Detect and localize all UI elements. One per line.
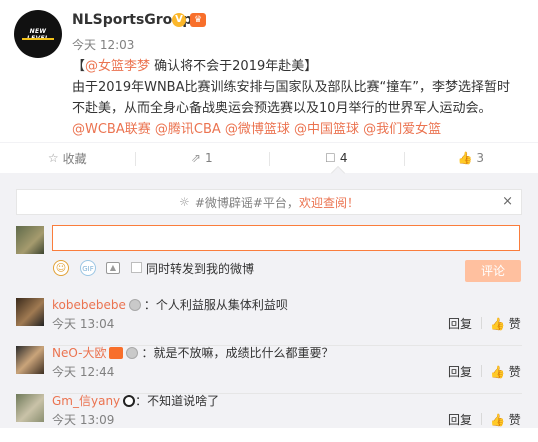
submit-comment-button[interactable]: 评论 xyxy=(465,260,521,282)
comment-item: kobebebebe ：个人利益服从集体利益呗 今天 13:04 回复 👍 赞 xyxy=(0,292,538,346)
favorite-button[interactable]: ☆ 收藏 xyxy=(0,143,135,173)
medal-icon xyxy=(126,347,138,359)
comment-input[interactable] xyxy=(52,225,520,251)
post-text: 【@女篮李梦 确认将不会于2019年赴美】 由于2019年WNBA比赛训练安排与… xyxy=(72,56,522,140)
comment-line: kobebebebe ：个人利益服从集体利益呗 xyxy=(52,296,288,313)
rumor-notice[interactable]: ☼ #微博辟谣#平台，欢迎查阅！ × xyxy=(16,189,522,215)
forward-button[interactable]: ⇗1 xyxy=(135,143,270,173)
like-label: 赞 xyxy=(509,317,521,331)
comment-item: Gm_信yany ：不知道说啥了 今天 13:09 回复 👍 赞 xyxy=(0,388,538,442)
like-icon: 👍 xyxy=(457,151,472,165)
action-separator xyxy=(481,413,482,425)
comment-text: ：不知道说啥了 xyxy=(135,394,219,408)
avatar-logo-bar xyxy=(22,38,54,40)
medal-icon xyxy=(129,299,141,311)
like-count: 3 xyxy=(476,151,484,165)
post-title: 确认将不会于2019年赴美】 xyxy=(150,59,317,74)
reply-button[interactable]: 回复 xyxy=(448,315,472,332)
panda-icon xyxy=(123,395,135,407)
my-avatar xyxy=(16,226,44,254)
like-label: 赞 xyxy=(509,413,521,427)
verified-v-icon: V xyxy=(172,13,186,27)
comment-panel: ☼ #微博辟谣#平台，欢迎查阅！ × ☺ GIF ▲ 同时转发到我的微博 评论 … xyxy=(0,174,538,428)
image-icon[interactable]: ▲ xyxy=(106,262,120,274)
repost-label: 同时转发到我的微博 xyxy=(146,260,254,277)
forward-icon: ⇗ xyxy=(191,151,201,165)
notice-link[interactable]: 欢迎查阅！ xyxy=(299,194,359,211)
commenter-avatar[interactable] xyxy=(16,298,44,326)
forward-count: 1 xyxy=(205,151,213,165)
star-icon: ☆ xyxy=(48,151,59,165)
comment-count: 4 xyxy=(340,151,348,165)
post-body-text: 由于2019年WNBA比赛训练安排与国家队及部队比赛“撞车”，李梦选择暂时不赴美… xyxy=(72,80,510,116)
gif-icon[interactable]: GIF xyxy=(80,260,96,276)
like-button[interactable]: 👍3 xyxy=(404,143,538,173)
comment-line: Gm_信yany ：不知道说啥了 xyxy=(52,392,219,409)
commenter-avatar[interactable] xyxy=(16,394,44,422)
comment-time: 今天 12:44 xyxy=(52,363,114,380)
comment-text: ：个人利益服从集体利益呗 xyxy=(144,298,288,312)
repost-checkbox[interactable] xyxy=(131,262,142,273)
commenter-name[interactable]: NeO-大欧 xyxy=(52,346,106,360)
reply-button[interactable]: 回复 xyxy=(448,363,472,380)
lightbulb-icon: ☼ xyxy=(179,195,190,209)
close-icon[interactable]: × xyxy=(502,194,513,209)
topic-tags[interactable]: @WCBA联赛 @腾讯CBA @微博篮球 @中国篮球 @我们爱女篮 xyxy=(72,122,441,137)
comment-like-button[interactable]: 👍 赞 xyxy=(490,363,521,380)
comment-like-button[interactable]: 👍 赞 xyxy=(490,411,521,428)
weibo-post: NEW LEVEL NLSportsGroup V ♛ 今天 12:03 【@女… xyxy=(0,0,538,142)
vip-badge-icon[interactable] xyxy=(109,347,123,359)
title-bracket: 【 xyxy=(72,59,85,74)
comment-line: NeO-大欧 ：就是不放嘛，成绩比什么都重要？ xyxy=(52,344,334,361)
reply-button[interactable]: 回复 xyxy=(448,411,472,428)
author-avatar[interactable]: NEW LEVEL xyxy=(14,10,62,58)
post-time[interactable]: 今天 12:03 xyxy=(72,36,134,53)
favorite-label: 收藏 xyxy=(63,150,87,167)
comment-time: 今天 13:09 xyxy=(52,411,114,428)
comment-time: 今天 13:04 xyxy=(52,315,114,332)
thumb-icon: 👍 xyxy=(490,413,505,427)
comment-like-button[interactable]: 👍 赞 xyxy=(490,315,521,332)
thumb-icon: 👍 xyxy=(490,365,505,379)
comment-text: ：就是不放嘛，成绩比什么都重要？ xyxy=(141,346,333,360)
notice-text: #微博辟谣#平台， xyxy=(195,194,299,211)
vip-badge-icon[interactable]: ♛ xyxy=(190,13,206,27)
commenter-name[interactable]: kobebebebe xyxy=(52,298,126,312)
post-action-bar: ☆收藏 ⇗1 ☐4 👍3 xyxy=(0,142,538,174)
commenter-name[interactable]: Gm_信yany xyxy=(52,394,120,408)
like-label: 赞 xyxy=(509,365,521,379)
mention-link[interactable]: @女篮李梦 xyxy=(85,59,150,74)
commenter-avatar[interactable] xyxy=(16,346,44,374)
comment-icon: ☐ xyxy=(325,151,336,165)
smile-icon[interactable]: ☺ xyxy=(53,260,69,276)
thumb-icon: 👍 xyxy=(490,317,505,331)
comment-item: NeO-大欧 ：就是不放嘛，成绩比什么都重要？ 今天 12:44 回复 👍 赞 xyxy=(0,340,538,394)
action-separator xyxy=(481,365,482,377)
action-separator xyxy=(481,317,482,329)
